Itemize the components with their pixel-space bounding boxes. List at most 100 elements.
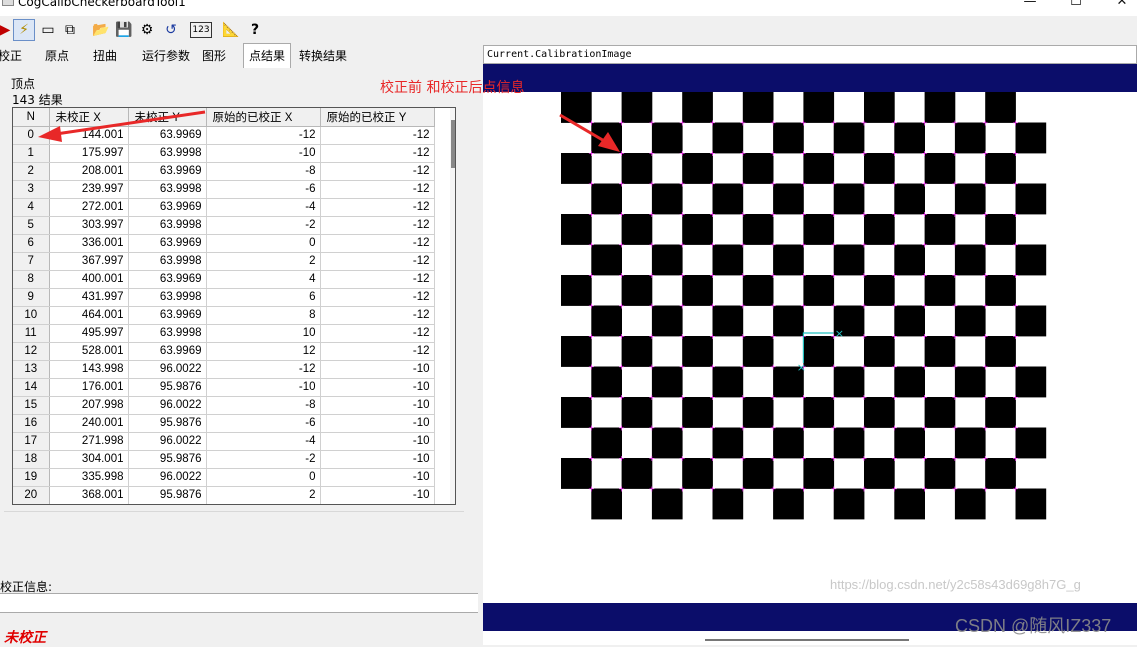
table-row[interactable]: 0 144.001 63.9969 -12 -12 bbox=[13, 126, 435, 145]
table-cell: 63.9998 bbox=[128, 144, 207, 163]
vertex-marker: + bbox=[739, 271, 746, 280]
vertex-marker: + bbox=[679, 271, 686, 280]
column-header[interactable]: 原始的已校正 Y bbox=[320, 108, 435, 127]
tab-origin[interactable]: 原点 bbox=[40, 44, 74, 68]
table-row[interactable]: 9 431.997 63.9998 6 -12 bbox=[13, 288, 435, 307]
table-cell: 12 bbox=[206, 342, 321, 361]
tab-run-params[interactable]: 运行参数 bbox=[137, 44, 195, 68]
tool-settings-icon[interactable]: ⚙ bbox=[136, 19, 158, 41]
help-icon[interactable]: ? bbox=[244, 19, 266, 41]
vertex-marker: + bbox=[739, 149, 746, 158]
minimize-button[interactable]: — bbox=[1007, 0, 1053, 16]
maximize-button[interactable]: ☐ bbox=[1053, 0, 1099, 16]
vertex-marker: + bbox=[830, 180, 837, 189]
scrollbar-thumb[interactable] bbox=[451, 120, 455, 168]
table-row[interactable]: 5 303.997 63.9998 -2 -12 bbox=[13, 216, 435, 235]
vertex-marker: + bbox=[861, 241, 868, 250]
table-row[interactable]: 11 495.997 63.9998 10 -12 bbox=[13, 324, 435, 343]
table-cell: 63.9969 bbox=[128, 270, 207, 289]
table-row[interactable]: 16 240.001 95.9876 -6 -10 bbox=[13, 414, 435, 433]
table-row[interactable]: 10 464.001 63.9969 8 -12 bbox=[13, 306, 435, 325]
table-cell: -12 bbox=[320, 288, 435, 307]
vertex-marker: + bbox=[830, 485, 837, 494]
image-selector[interactable]: Current.CalibrationImage bbox=[483, 45, 1137, 64]
title-bar: CogCalibCheckerboardTool1 — ☐ ✕ bbox=[0, 0, 1137, 16]
image-display[interactable]: Current.CalibrationImage + + + + + + + + + + + + + + +… bbox=[483, 45, 1137, 645]
close-button[interactable]: ✕ bbox=[1099, 0, 1137, 16]
table-row[interactable]: 3 239.997 63.9998 -6 -12 bbox=[13, 180, 435, 199]
table-row[interactable]: 12 528.001 63.9969 12 -12 bbox=[13, 342, 435, 361]
table-cell: -10 bbox=[320, 468, 435, 487]
image-link-icon[interactable]: ⧉ bbox=[59, 19, 81, 41]
table-row[interactable]: 18 304.001 95.9876 -2 -10 bbox=[13, 450, 435, 469]
table-cell: 495.997 bbox=[49, 324, 129, 343]
table-row[interactable]: 7 367.997 63.9998 2 -12 bbox=[13, 252, 435, 271]
table-row[interactable]: 8 400.001 63.9969 4 -12 bbox=[13, 270, 435, 289]
vertex-marker: + bbox=[739, 424, 746, 433]
vertex-marker: + bbox=[982, 302, 989, 311]
vertex-marker: + bbox=[830, 271, 837, 280]
row-number: 14 bbox=[13, 378, 50, 397]
vertex-marker: + bbox=[618, 302, 625, 311]
column-header[interactable]: N bbox=[13, 108, 50, 127]
table-row[interactable]: 1 175.997 63.9998 -10 -12 bbox=[13, 144, 435, 163]
vertex-marker: + bbox=[830, 454, 837, 463]
calibrate-icon[interactable]: 📐 bbox=[220, 19, 242, 41]
display-scrollbar[interactable] bbox=[705, 639, 909, 641]
table-row[interactable]: 19 335.998 96.0022 0 -10 bbox=[13, 468, 435, 487]
electric-icon[interactable]: ⚡ bbox=[13, 19, 35, 41]
save-icon[interactable]: 💾 bbox=[113, 19, 135, 41]
vertex-marker: + bbox=[952, 454, 959, 463]
table-row[interactable]: 15 207.998 96.0022 -8 -10 bbox=[13, 396, 435, 415]
vertex-marker: + bbox=[679, 363, 686, 372]
row-number: 12 bbox=[13, 342, 50, 361]
vertex-marker: + bbox=[1012, 332, 1019, 341]
table-row[interactable]: 17 271.998 96.0022 -4 -10 bbox=[13, 432, 435, 451]
column-header[interactable]: 未校正 X bbox=[49, 108, 129, 127]
vertex-marker: + bbox=[739, 454, 746, 463]
vertex-marker: + bbox=[921, 302, 928, 311]
number-display-icon[interactable]: 123 bbox=[190, 22, 212, 38]
table-row[interactable]: 2 208.001 63.9969 -8 -12 bbox=[13, 162, 435, 181]
points-grid[interactable]: N 未校正 X 未校正 Y 原始的已校正 X 原始的已校正 Y 0 144.001 63.9… bbox=[12, 107, 456, 505]
vertex-marker: + bbox=[770, 332, 777, 341]
tab-transform-results[interactable]: 转换结果 bbox=[294, 44, 352, 68]
blog-watermark: https://blog.csdn.net/y2c58s43d69g8h7G_g bbox=[830, 577, 1081, 592]
vertex-marker: + bbox=[861, 485, 868, 494]
tab-distortion[interactable]: 扭曲 bbox=[88, 44, 122, 68]
reset-icon[interactable]: ↺ bbox=[160, 19, 182, 41]
vertex-marker: + bbox=[709, 332, 716, 341]
vertex-marker: + bbox=[770, 363, 777, 372]
checker-square bbox=[1015, 305, 1047, 337]
checker-square bbox=[1015, 183, 1047, 215]
tab-point-results[interactable]: 点结果 bbox=[243, 43, 291, 68]
camera-icon[interactable]: ▭ bbox=[37, 19, 59, 41]
vertex-marker: + bbox=[830, 241, 837, 250]
vertex-marker: + bbox=[679, 454, 686, 463]
vertex-marker: + bbox=[891, 302, 898, 311]
tab-calibrate[interactable]: 校正 bbox=[0, 44, 24, 68]
vertex-marker: + bbox=[891, 485, 898, 494]
open-folder-icon[interactable]: 📂 bbox=[90, 19, 112, 41]
table-row[interactable]: 20 368.001 95.9876 2 -10 bbox=[13, 486, 435, 504]
table-cell: 8 bbox=[206, 306, 321, 325]
vertex-marker: + bbox=[891, 210, 898, 219]
table-row[interactable]: 14 176.001 95.9876 -10 -10 bbox=[13, 378, 435, 397]
vertex-marker: + bbox=[830, 363, 837, 372]
table-cell: 240.001 bbox=[49, 414, 129, 433]
vertex-marker: + bbox=[921, 180, 928, 189]
vertex-marker: + bbox=[921, 454, 928, 463]
column-header[interactable]: 未校正 Y bbox=[128, 108, 207, 127]
tab-graphics[interactable]: 图形 bbox=[197, 44, 231, 68]
table-row[interactable]: 13 143.998 96.0022 -12 -10 bbox=[13, 360, 435, 379]
vertex-marker: + bbox=[891, 180, 898, 189]
table-cell: 96.0022 bbox=[128, 432, 207, 451]
table-row[interactable]: 4 272.001 63.9969 -4 -12 bbox=[13, 198, 435, 217]
calibration-info-field[interactable] bbox=[0, 593, 478, 613]
grid-scrollbar[interactable] bbox=[450, 108, 455, 504]
vertex-marker: + bbox=[649, 119, 656, 128]
checker-square bbox=[1015, 427, 1047, 459]
vertex-marker: + bbox=[709, 210, 716, 219]
column-header[interactable]: 原始的已校正 X bbox=[206, 108, 321, 127]
table-row[interactable]: 6 336.001 63.9969 0 -12 bbox=[13, 234, 435, 253]
